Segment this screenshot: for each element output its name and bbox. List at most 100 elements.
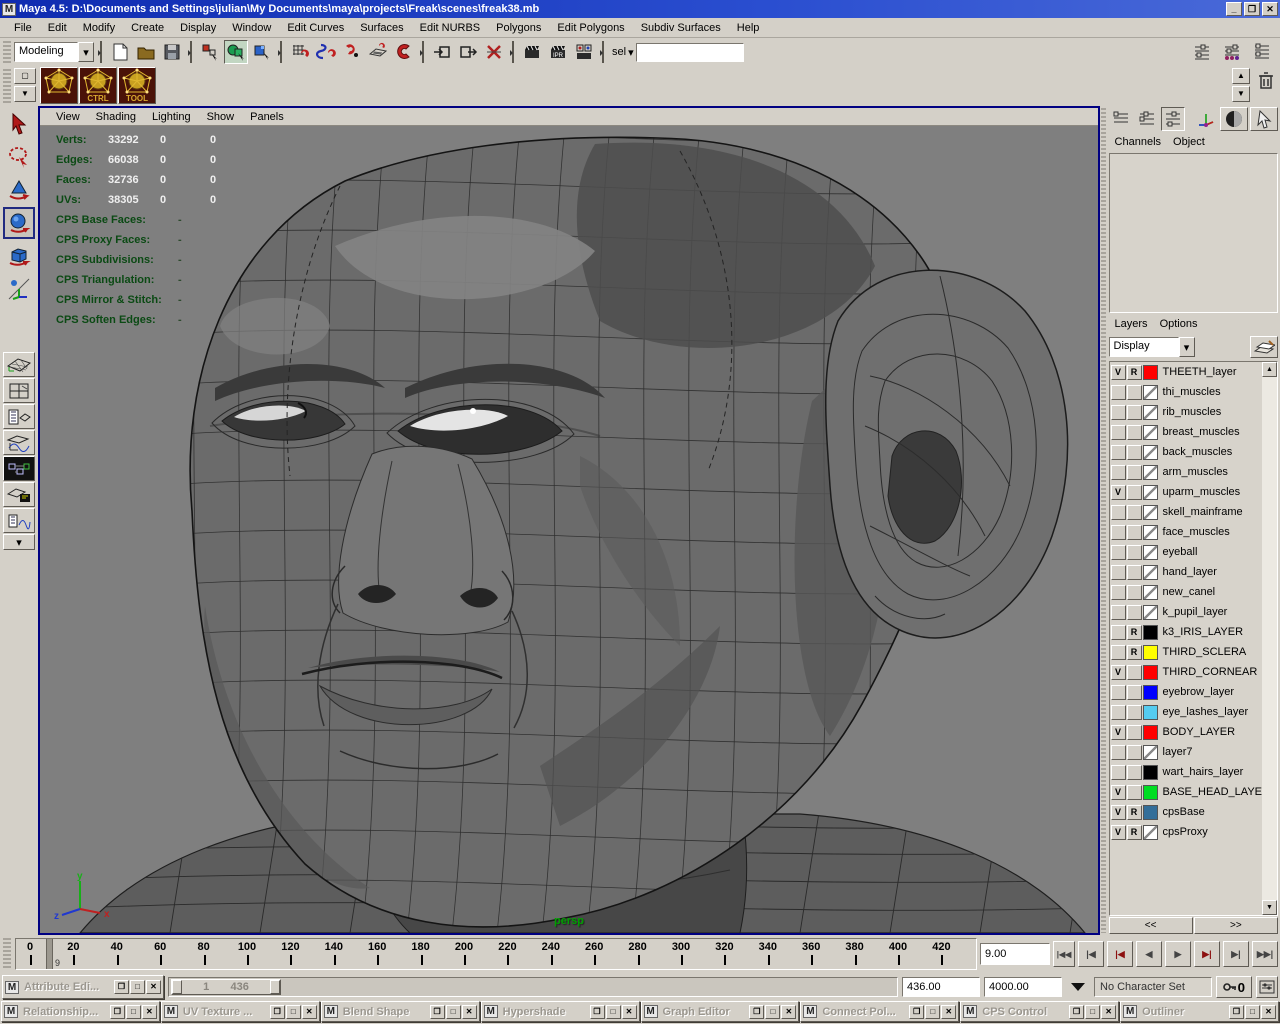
layer-color-swatch[interactable] [1143, 665, 1158, 680]
pick-arrow-icon[interactable] [1250, 107, 1278, 131]
layer-row[interactable]: thi_muscles [1110, 382, 1262, 402]
shelf-menu-arrow[interactable]: ▼ [14, 86, 36, 102]
layer-row[interactable]: eyeball [1110, 542, 1262, 562]
layer-color-swatch[interactable] [1143, 625, 1158, 640]
layer-reference-toggle[interactable] [1127, 605, 1142, 620]
select-tool[interactable] [3, 108, 35, 140]
character-set-arrow-icon[interactable] [1066, 977, 1090, 997]
layer-row[interactable]: k_pupil_layer [1110, 602, 1262, 622]
new-scene-icon[interactable] [108, 40, 132, 64]
layout-persp-curve-button[interactable] [3, 508, 35, 533]
current-time-field[interactable] [980, 943, 1050, 965]
menu-item[interactable]: Help [729, 20, 768, 36]
menu-item[interactable]: Surfaces [352, 20, 411, 36]
menu-item[interactable]: Edit Polygons [549, 20, 632, 36]
shelf-tab-button[interactable]: ▢ [14, 68, 36, 84]
shelf-scroll-up-icon[interactable]: ▲ [1232, 68, 1250, 84]
snap-view-plane-icon[interactable] [366, 40, 390, 64]
layer-name[interactable]: thi_muscles [1159, 386, 1221, 398]
make-live-icon[interactable] [392, 40, 416, 64]
layer-reference-toggle[interactable] [1127, 425, 1142, 440]
close-icon[interactable]: ✕ [1261, 1005, 1276, 1019]
menu-set-selector[interactable]: Modeling ▾ [14, 42, 94, 62]
layer-name[interactable]: THIRD_SCLERA [1159, 646, 1247, 658]
layout-persp-outliner-button[interactable] [3, 404, 35, 429]
minimize-button[interactable]: _ [1226, 2, 1242, 16]
layer-name[interactable]: eyebrow_layer [1159, 686, 1235, 698]
layout-persp-hypershade-button[interactable] [3, 482, 35, 507]
layer-reference-toggle[interactable]: R [1127, 645, 1142, 660]
layer-visible-toggle[interactable] [1111, 425, 1126, 440]
channel-layout-2-icon[interactable] [1135, 107, 1159, 131]
shelf-grip[interactable] [3, 69, 11, 103]
layer-color-swatch[interactable] [1143, 385, 1158, 400]
menu-item[interactable]: Modify [75, 20, 123, 36]
right-panel-grip[interactable] [1101, 108, 1106, 933]
minimized-attribute-editor[interactable]: M Attribute Edi... ❐ □ ✕ [2, 975, 164, 999]
viewport-canvas[interactable]: Verts: 33292 0 0 Edges: 66038 0 0 Faces: [40, 126, 1098, 933]
character-set-field[interactable]: No Character Set [1094, 977, 1212, 997]
shelf-item-button[interactable]: CTRL [79, 67, 117, 104]
layer-color-swatch[interactable] [1143, 405, 1158, 420]
move-tool[interactable] [3, 174, 35, 206]
layers-menu-item[interactable]: Layers [1111, 317, 1156, 331]
restore-icon[interactable]: ❐ [114, 980, 129, 994]
anim-preferences-icon[interactable] [1256, 976, 1278, 998]
layer-name[interactable]: k3_IRIS_LAYER [1159, 626, 1244, 638]
maximize-icon[interactable]: □ [1085, 1005, 1100, 1019]
layer-row[interactable]: V R cpsProxy [1110, 822, 1262, 842]
layout-hypergraph-button[interactable] [3, 456, 35, 481]
layer-color-swatch[interactable] [1143, 545, 1158, 560]
layer-row[interactable]: V uparm_muscles [1110, 482, 1262, 502]
layers-menu-item[interactable]: Options [1156, 317, 1206, 331]
layer-name[interactable]: new_canel [1159, 586, 1216, 598]
layer-name[interactable]: wart_hairs_layer [1159, 766, 1244, 778]
layer-color-swatch[interactable] [1143, 565, 1158, 580]
range-start-grip[interactable] [172, 980, 182, 994]
output-connection-icon[interactable] [456, 40, 480, 64]
layer-color-swatch[interactable] [1143, 505, 1158, 520]
layer-row[interactable]: V R THEETH_layer [1110, 362, 1262, 382]
layer-visible-toggle[interactable] [1111, 645, 1126, 660]
chevron-down-icon[interactable]: ▾ [628, 46, 634, 59]
close-icon[interactable]: ✕ [781, 1005, 796, 1019]
scale-tool[interactable] [3, 240, 35, 272]
layer-name[interactable]: back_muscles [1159, 446, 1233, 458]
maximize-icon[interactable]: □ [126, 1005, 141, 1019]
layer-color-swatch[interactable] [1143, 445, 1158, 460]
layer-row[interactable]: V THIRD_CORNEAR [1110, 662, 1262, 682]
layer-color-swatch[interactable] [1143, 465, 1158, 480]
layer-color-swatch[interactable] [1143, 585, 1158, 600]
layer-name[interactable]: BASE_HEAD_LAYE [1159, 786, 1262, 798]
layer-row[interactable]: eye_lashes_layer [1110, 702, 1262, 722]
maximize-icon[interactable]: □ [1245, 1005, 1260, 1019]
layer-color-swatch[interactable] [1143, 685, 1158, 700]
layer-row[interactable]: hand_layer [1110, 562, 1262, 582]
layer-reference-toggle[interactable] [1127, 745, 1142, 760]
channel-layout-3-icon[interactable] [1161, 107, 1185, 131]
restore-icon[interactable]: ❐ [590, 1005, 605, 1019]
playback-button[interactable]: ▶▶| [1252, 941, 1278, 967]
layer-row[interactable]: breast_muscles [1110, 422, 1262, 442]
select-object-icon[interactable] [224, 40, 248, 64]
new-layer-icon[interactable] [1250, 336, 1278, 358]
layer-visible-toggle[interactable] [1111, 705, 1126, 720]
layer-color-swatch[interactable] [1143, 825, 1158, 840]
layer-reference-toggle[interactable]: R [1127, 365, 1142, 380]
group-separator[interactable] [419, 41, 427, 63]
layer-name[interactable]: breast_muscles [1159, 426, 1240, 438]
layer-visible-toggle[interactable]: V [1111, 665, 1126, 680]
layer-name[interactable]: rib_muscles [1159, 406, 1222, 418]
playback-button[interactable]: ▶| [1194, 941, 1220, 967]
layer-name[interactable]: eyeball [1159, 546, 1198, 558]
layer-visible-toggle[interactable] [1111, 445, 1126, 460]
layer-row[interactable]: V BASE_HEAD_LAYE [1110, 782, 1262, 802]
layer-color-swatch[interactable] [1143, 765, 1158, 780]
layer-name[interactable]: THIRD_CORNEAR [1159, 666, 1258, 678]
minimized-window[interactable]: M Hypershade ❐ □ ✕ [481, 1001, 640, 1022]
snap-grid-icon[interactable] [288, 40, 312, 64]
lasso-tool[interactable] [3, 141, 35, 173]
layer-row[interactable]: back_muscles [1110, 442, 1262, 462]
scroll-down-icon[interactable]: ▼ [1262, 900, 1277, 915]
layer-visible-toggle[interactable] [1111, 605, 1126, 620]
